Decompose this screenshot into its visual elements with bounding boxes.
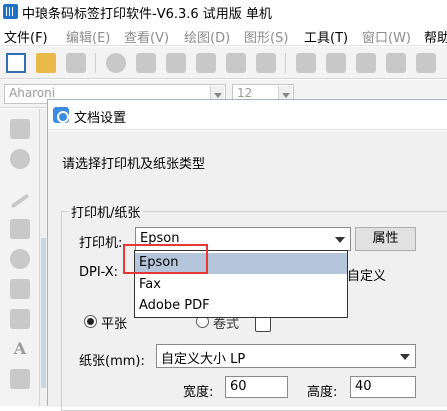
paper-size-select[interactable]: 自定义大小 LP (156, 344, 416, 368)
database-icon[interactable] (226, 53, 246, 73)
barcode-tool-icon[interactable] (10, 369, 30, 389)
menu-help[interactable]: 帮助 (424, 27, 447, 46)
dialog-title-bar: 文档设置 (48, 100, 447, 130)
font-size-value: 12 (237, 86, 253, 100)
app-logo-icon (3, 4, 18, 19)
toolbar-separator (285, 53, 286, 73)
width-label: 宽度: (183, 385, 214, 400)
printer-label: 打印机: (79, 236, 123, 251)
menu-bar: 文件(F) 编辑(E) 查看(V) 绘图(D) 图形(S) 工具(T) 窗口(W… (0, 24, 447, 46)
chevron-down-icon[interactable] (330, 228, 350, 250)
properties-button[interactable]: 属性 (355, 227, 416, 251)
drawing-tools-sidebar: A (0, 109, 40, 406)
toolbar (0, 47, 447, 79)
height-label: 高度: (307, 385, 338, 400)
line-tool-icon[interactable] (10, 193, 30, 209)
sheet-radio[interactable] (84, 315, 97, 328)
instruction-text: 请选择打印机及纸张类型 (62, 157, 206, 172)
menu-draw[interactable]: 绘图(D) (184, 27, 230, 46)
pan-tool-icon[interactable] (10, 149, 30, 169)
font-name-value: Aharoni (9, 86, 56, 100)
title-bar: 中琅条码标签打印软件-V6.3.6 试用版 单机 (0, 0, 447, 24)
settings-icon[interactable] (106, 53, 126, 73)
label-icon[interactable] (256, 53, 276, 73)
dialog-title: 文档设置 (74, 111, 127, 126)
new-document-icon[interactable] (6, 53, 26, 73)
print-icon[interactable] (136, 53, 156, 73)
sheet-label: 平张 (101, 317, 128, 332)
copy-icon[interactable] (326, 53, 346, 73)
menu-edit[interactable]: 编辑(E) (66, 27, 110, 46)
cut-icon[interactable] (296, 53, 316, 73)
width-input[interactable]: 60 (225, 376, 288, 398)
dpi-label: DPI-X: (79, 265, 119, 280)
toolbar-separator (95, 53, 96, 73)
print-preview-icon[interactable] (166, 53, 186, 73)
group-label: 打印机/纸张 (68, 202, 144, 221)
menu-shape[interactable]: 图形(S) (244, 27, 288, 46)
save-icon[interactable] (66, 53, 86, 73)
open-folder-icon[interactable] (36, 53, 56, 73)
canvas-scrollbar-thumb[interactable] (41, 238, 46, 388)
document-icon[interactable] (196, 53, 216, 73)
paste-icon[interactable] (356, 53, 376, 73)
rectangle-tool-icon[interactable] (10, 219, 30, 239)
dialog-settings-icon (53, 107, 69, 123)
height-input[interactable]: 40 (350, 376, 416, 398)
ellipse-tool-icon[interactable] (10, 249, 30, 269)
paper-size-value: 自定义大小 LP (161, 352, 246, 367)
menu-window[interactable]: 窗口(W) (362, 27, 411, 46)
app-title: 中琅条码标签打印软件-V6.3.6 试用版 单机 (22, 7, 272, 22)
redo-icon[interactable] (416, 53, 436, 73)
printer-option-fax[interactable]: Fax (135, 275, 347, 296)
image-tool-icon[interactable] (10, 309, 30, 329)
menu-file[interactable]: 文件(F) (4, 27, 48, 46)
paper-label: 纸张(mm): (79, 354, 145, 369)
pointer-tool-icon[interactable] (10, 119, 30, 139)
shape-tool-icon[interactable] (10, 279, 30, 299)
undo-icon[interactable] (386, 53, 406, 73)
chevron-down-icon[interactable] (395, 345, 415, 367)
text-tool-icon[interactable]: A (10, 339, 30, 359)
printer-option-adobe-pdf[interactable]: Adobe PDF (135, 296, 347, 317)
custom-dpi-label: 自定义 (347, 269, 387, 284)
menu-tools[interactable]: 工具(T) (304, 27, 348, 46)
annotation-highlight-box (123, 244, 208, 274)
menu-view[interactable]: 查看(V) (124, 27, 169, 46)
